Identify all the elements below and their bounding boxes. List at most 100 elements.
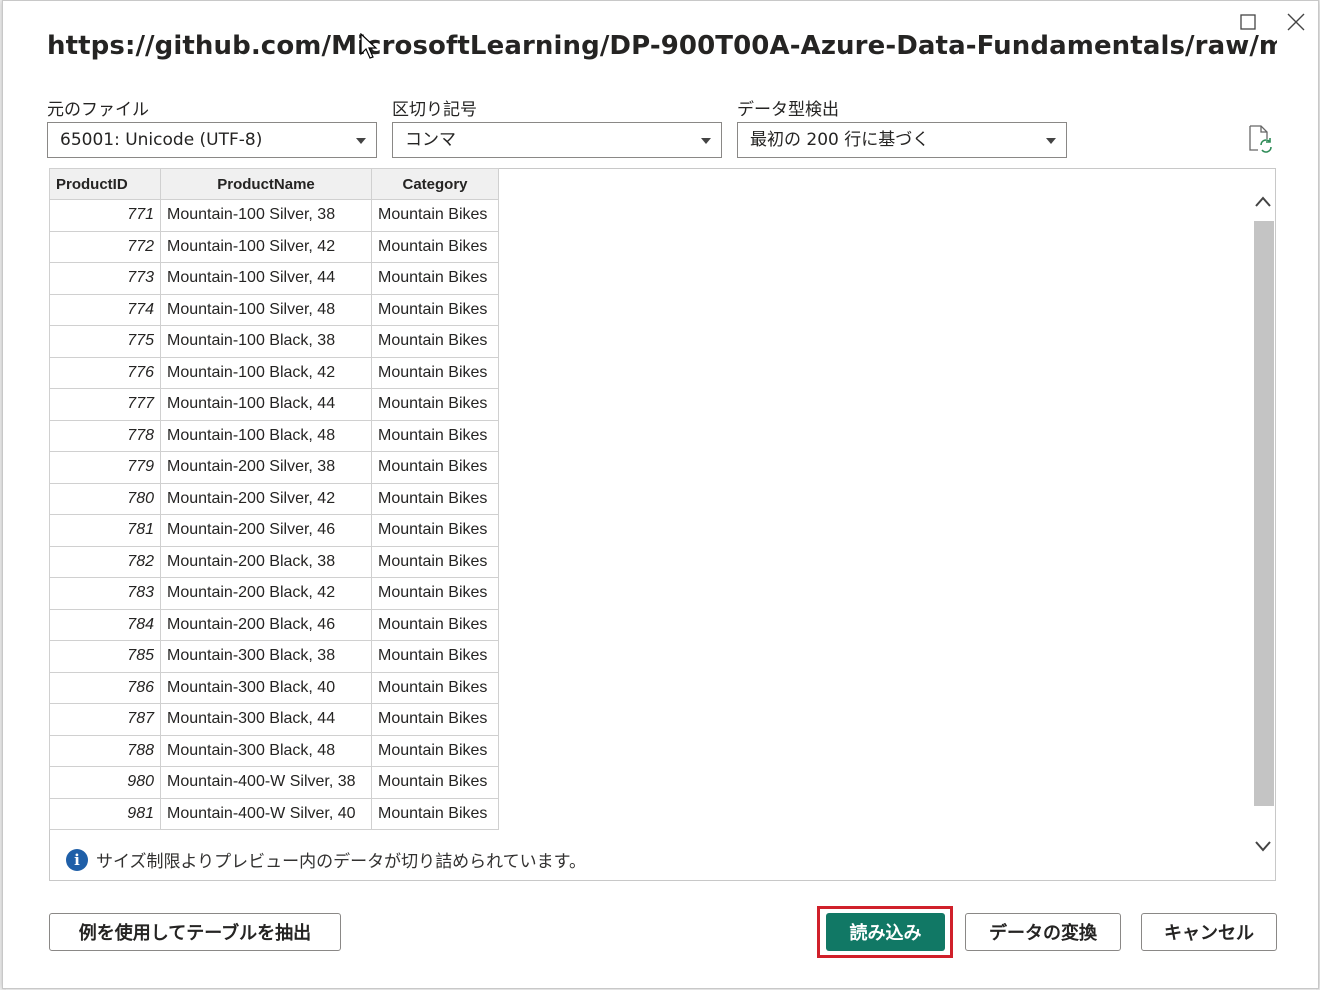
- chevron-down-icon: [1046, 138, 1056, 144]
- table-row: 787 Mountain-300 Black, 44 Mountain Bikes: [49, 703, 499, 736]
- table-row: 776 Mountain-100 Black, 42 Mountain Bikes: [49, 356, 499, 389]
- cell-category: Mountain Bikes: [371, 199, 499, 232]
- cell-category: Mountain Bikes: [371, 482, 499, 515]
- info-icon: i: [66, 848, 88, 871]
- table-row: 775 Mountain-100 Black, 38 Mountain Bikes: [49, 325, 499, 358]
- close-icon: [1287, 13, 1305, 31]
- cell-productid: 788: [49, 734, 161, 767]
- scroll-down-arrow-icon[interactable]: [1254, 839, 1272, 853]
- cell-category: Mountain Bikes: [371, 325, 499, 358]
- cell-productname: Mountain-200 Silver, 42: [160, 482, 372, 515]
- cell-category: Mountain Bikes: [371, 766, 499, 799]
- type-detection-label: データ型検出: [737, 100, 839, 120]
- cell-productname: Mountain-400-W Silver, 38: [160, 766, 372, 799]
- type-detection-value: 最初の 200 行に基づく: [750, 130, 930, 150]
- cell-productname: Mountain-300 Black, 40: [160, 671, 372, 704]
- cell-category: Mountain Bikes: [371, 640, 499, 673]
- table-row: 783 Mountain-200 Black, 42 Mountain Bikes: [49, 577, 499, 610]
- cell-productid: 772: [49, 230, 161, 263]
- cell-category: Mountain Bikes: [371, 262, 499, 295]
- table-row: 778 Mountain-100 Black, 48 Mountain Bikes: [49, 419, 499, 452]
- cell-category: Mountain Bikes: [371, 608, 499, 641]
- table-row: 772 Mountain-100 Silver, 42 Mountain Bikes: [49, 230, 499, 263]
- extract-table-button[interactable]: 例を使用してテーブルを抽出: [49, 913, 341, 951]
- refresh-preview-button[interactable]: [1247, 125, 1273, 153]
- cell-category: Mountain Bikes: [371, 419, 499, 452]
- cell-productid: 782: [49, 545, 161, 578]
- cancel-button[interactable]: キャンセル: [1141, 913, 1277, 951]
- cell-productname: Mountain-200 Silver, 46: [160, 514, 372, 547]
- cell-productname: Mountain-300 Black, 44: [160, 703, 372, 736]
- cell-category: Mountain Bikes: [371, 451, 499, 484]
- table-row: 771 Mountain-100 Silver, 38 Mountain Bikes: [49, 199, 499, 232]
- table-row: 780 Mountain-200 Silver, 42 Mountain Bikes: [49, 482, 499, 515]
- table-row: 779 Mountain-200 Silver, 38 Mountain Bikes: [49, 451, 499, 484]
- cell-productid: 783: [49, 577, 161, 610]
- cell-productid: 786: [49, 671, 161, 704]
- table-row: 784 Mountain-200 Black, 46 Mountain Bikes: [49, 608, 499, 641]
- cell-productname: Mountain-100 Black, 48: [160, 419, 372, 452]
- load-button[interactable]: 読み込み: [826, 913, 945, 951]
- file-origin-select[interactable]: 65001: Unicode (UTF-8): [47, 122, 377, 158]
- scroll-up-arrow-icon[interactable]: [1254, 195, 1272, 209]
- table-row: 777 Mountain-100 Black, 44 Mountain Bikes: [49, 388, 499, 421]
- table-row: 781 Mountain-200 Silver, 46 Mountain Bikes: [49, 514, 499, 547]
- cell-productid: 980: [49, 766, 161, 799]
- cell-productname: Mountain-100 Black, 42: [160, 356, 372, 389]
- column-header-category[interactable]: Category: [371, 168, 499, 200]
- table-row: 786 Mountain-300 Black, 40 Mountain Bikes: [49, 671, 499, 704]
- transform-data-button[interactable]: データの変換: [965, 913, 1121, 951]
- cell-category: Mountain Bikes: [371, 545, 499, 578]
- cell-category: Mountain Bikes: [371, 671, 499, 704]
- file-origin-label: 元のファイル: [47, 100, 149, 120]
- cell-productid: 778: [49, 419, 161, 452]
- cell-productid: 776: [49, 356, 161, 389]
- cell-productid: 775: [49, 325, 161, 358]
- delimiter-value: コンマ: [405, 130, 456, 150]
- cell-productname: Mountain-100 Silver, 48: [160, 293, 372, 326]
- cell-productid: 981: [49, 797, 161, 830]
- mouse-pointer-icon: [360, 33, 378, 59]
- maximize-icon: [1240, 14, 1256, 30]
- cell-productid: 785: [49, 640, 161, 673]
- cell-productname: Mountain-300 Black, 38: [160, 640, 372, 673]
- cell-productid: 784: [49, 608, 161, 641]
- delimiter-select[interactable]: コンマ: [392, 122, 722, 158]
- cell-productid: 780: [49, 482, 161, 515]
- file-origin-value: 65001: Unicode (UTF-8): [60, 130, 263, 150]
- type-detection-select[interactable]: 最初の 200 行に基づく: [737, 122, 1067, 158]
- dialog-title: https://github.com/MicrosoftLearning/DP-…: [47, 31, 1277, 61]
- csv-import-dialog: https://github.com/MicrosoftLearning/DP-…: [2, 0, 1319, 989]
- table-row: 782 Mountain-200 Black, 38 Mountain Bikes: [49, 545, 499, 578]
- cell-productname: Mountain-100 Black, 44: [160, 388, 372, 421]
- delimiter-label: 区切り記号: [392, 100, 477, 120]
- table-row: 980 Mountain-400-W Silver, 38 Mountain Bik…: [49, 766, 499, 799]
- table-body: 771 Mountain-100 Silver, 38 Mountain Bikes…: [49, 199, 499, 830]
- table-row: 774 Mountain-100 Silver, 48 Mountain Bikes: [49, 293, 499, 326]
- cell-category: Mountain Bikes: [371, 388, 499, 421]
- table-header-row: ProductID ProductName Category: [49, 168, 499, 200]
- cell-category: Mountain Bikes: [371, 293, 499, 326]
- cell-productname: Mountain-400-W Silver, 40: [160, 797, 372, 830]
- cell-productname: Mountain-100 Silver, 42: [160, 230, 372, 263]
- table-row: 788 Mountain-300 Black, 48 Mountain Bikes: [49, 734, 499, 767]
- vertical-scrollbar[interactable]: [1252, 183, 1274, 863]
- data-preview-panel: ProductID ProductName Category 771 Mounta…: [49, 168, 1276, 881]
- cell-productname: Mountain-100 Black, 38: [160, 325, 372, 358]
- table-row: 773 Mountain-100 Silver, 44 Mountain Bikes: [49, 262, 499, 295]
- cell-productid: 781: [49, 514, 161, 547]
- column-header-productname[interactable]: ProductName: [160, 168, 372, 200]
- cell-productname: Mountain-100 Silver, 44: [160, 262, 372, 295]
- refresh-document-icon: [1249, 125, 1272, 153]
- scrollbar-thumb[interactable]: [1254, 221, 1274, 806]
- cell-productid: 773: [49, 262, 161, 295]
- cell-category: Mountain Bikes: [371, 230, 499, 263]
- close-button[interactable]: [1283, 9, 1309, 35]
- truncation-notice-text: サイズ制限よりプレビュー内のデータが切り詰められています。: [96, 852, 586, 872]
- column-header-productid[interactable]: ProductID: [49, 168, 161, 200]
- chevron-down-icon: [701, 138, 711, 144]
- table-row: 785 Mountain-300 Black, 38 Mountain Bikes: [49, 640, 499, 673]
- cell-category: Mountain Bikes: [371, 797, 499, 830]
- preview-table: ProductID ProductName Category 771 Mounta…: [49, 168, 499, 830]
- chevron-down-icon: [356, 138, 366, 144]
